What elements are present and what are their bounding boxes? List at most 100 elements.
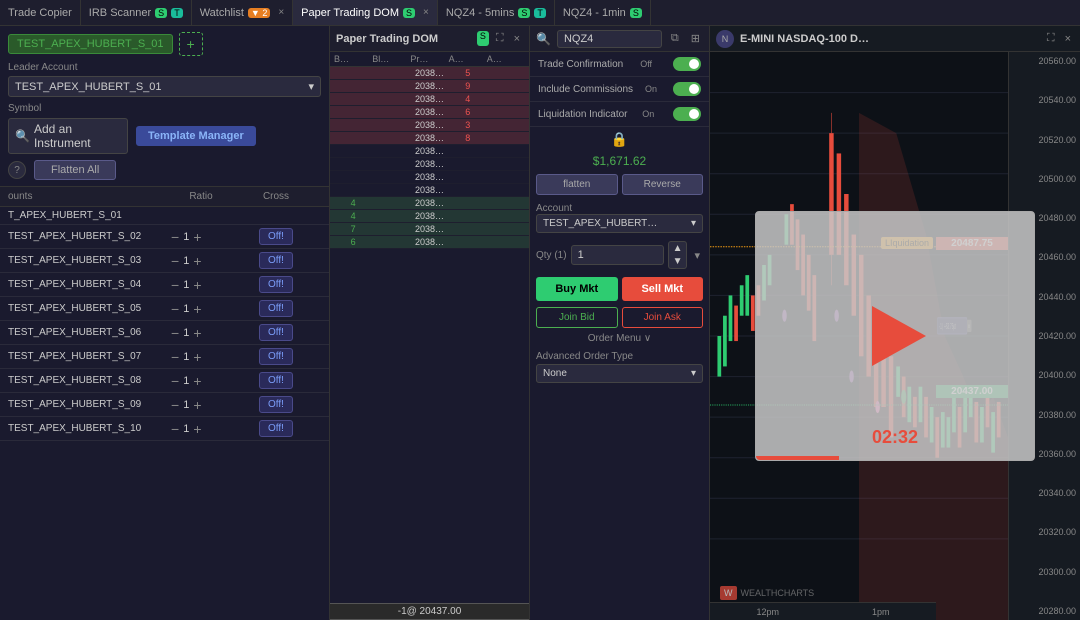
cross-button[interactable]: Off! xyxy=(259,324,293,341)
question-icon: ? xyxy=(14,165,20,176)
cross-button[interactable]: Off! xyxy=(259,396,293,413)
expand-icon[interactable]: ⛶ xyxy=(1044,31,1058,46)
include-commissions-toggle[interactable] xyxy=(673,82,701,96)
tab-label: NQZ4 - 1min xyxy=(563,7,626,19)
order-menu-row[interactable]: Order Menu ∨ xyxy=(530,330,709,347)
dom-row[interactable]: 72038… xyxy=(330,223,529,236)
ratio-controls: −1+ xyxy=(171,373,231,389)
add-instrument-box[interactable]: 🔍 Add an Instrument xyxy=(8,118,128,154)
tab-watchlist[interactable]: Watchlist ▼ 2 × xyxy=(192,0,293,25)
dom-row[interactable]: 2038… xyxy=(330,171,529,184)
ratio-decrement-button[interactable]: − xyxy=(171,349,179,365)
ratio-decrement-button[interactable]: − xyxy=(171,277,179,293)
ratio-increment-button[interactable]: + xyxy=(193,397,201,413)
ratio-increment-button[interactable]: + xyxy=(193,301,201,317)
dom-row[interactable]: 42038… xyxy=(330,197,529,210)
ratio-decrement-button[interactable]: − xyxy=(171,397,179,413)
qty-options-button[interactable]: ▾ xyxy=(691,248,703,263)
close-icon[interactable]: × xyxy=(423,7,429,18)
ratio-value: 1 xyxy=(183,399,189,411)
sell-mkt-button[interactable]: Sell Mkt xyxy=(622,277,704,301)
ratio-increment-button[interactable]: + xyxy=(193,253,201,269)
left-panel: TEST_APEX_HUBERT_S_01 + Leader Account T… xyxy=(0,26,330,620)
ratio-decrement-button[interactable]: − xyxy=(171,373,179,389)
table-row: TEST_APEX_HUBERT_S_02−1+Off! xyxy=(0,225,329,249)
video-overlay: 02:32 xyxy=(755,211,1035,461)
cross-button[interactable]: Off! xyxy=(259,252,293,269)
dom-row[interactable]: 62038… xyxy=(330,236,529,249)
qty-input[interactable] xyxy=(571,245,664,265)
candle xyxy=(717,336,721,377)
ratio-increment-button[interactable]: + xyxy=(193,277,201,293)
tab-paper-trading-dom[interactable]: Paper Trading DOM S × xyxy=(293,0,438,25)
ratio-decrement-button[interactable]: − xyxy=(171,229,179,245)
ratio-increment-button[interactable]: + xyxy=(193,229,201,245)
dom-row[interactable]: 2038… xyxy=(330,184,529,197)
join-bid-button[interactable]: Join Bid xyxy=(536,307,618,328)
tab-irb-scanner[interactable]: IRB Scanner S T xyxy=(81,0,192,25)
ratio-increment-button[interactable]: + xyxy=(193,325,201,341)
buy-mkt-button[interactable]: Buy Mkt xyxy=(536,277,618,301)
ratio-increment-button[interactable]: + xyxy=(193,421,201,437)
leader-account-dropdown[interactable]: TEST_APEX_HUBERT_S_01 ▾ xyxy=(8,76,321,97)
qty-increment-button[interactable]: ▲ xyxy=(669,242,687,255)
close-icon[interactable]: × xyxy=(278,7,284,18)
close-icon[interactable]: × xyxy=(511,31,523,46)
cross-button[interactable]: Off! xyxy=(259,228,293,245)
dom-row[interactable]: 2038…5 xyxy=(330,67,529,80)
dom-row[interactable]: 2038… xyxy=(330,145,529,158)
flatten-all-button[interactable]: Flatten All xyxy=(34,160,116,180)
cross-button[interactable]: Off! xyxy=(259,372,293,389)
ratio-value: 1 xyxy=(183,255,189,267)
dom-row[interactable]: 2038…9 xyxy=(330,80,529,93)
trade-confirmation-toggle[interactable] xyxy=(673,57,701,71)
tab-nqz4-5mins[interactable]: NQZ4 - 5mins S T xyxy=(438,0,555,25)
dom-row[interactable]: 2038… xyxy=(330,158,529,171)
cross-button[interactable]: Off! xyxy=(259,300,293,317)
template-manager-button[interactable]: Template Manager xyxy=(136,126,256,146)
tab-nqz4-1min[interactable]: NQZ4 - 1min S xyxy=(555,0,651,25)
ratio-increment-button[interactable]: + xyxy=(193,373,201,389)
ratio-decrement-button[interactable]: − xyxy=(171,325,179,341)
account-dropdown[interactable]: TEST_APEX_HUBERT… ▾ xyxy=(536,214,703,233)
help-button[interactable]: ? xyxy=(8,161,26,179)
ratio-increment-button[interactable]: + xyxy=(193,349,201,365)
cross-button[interactable]: Off! xyxy=(259,348,293,365)
join-ask-button[interactable]: Join Ask xyxy=(622,307,704,328)
dom-bid-cell: 7 xyxy=(334,224,372,234)
dom-row[interactable]: 2038…4 xyxy=(330,93,529,106)
flatten-trade-button[interactable]: flatten xyxy=(536,174,618,195)
dom-row[interactable]: 42038… xyxy=(330,210,529,223)
popup-icon[interactable]: ⧉ xyxy=(668,31,682,46)
dom-price-cell: 2038… xyxy=(410,237,448,247)
advanced-order-dropdown[interactable]: None ▾ xyxy=(536,364,703,383)
tab-trade-copier[interactable]: Trade Copier xyxy=(0,0,81,25)
close-icon[interactable]: × xyxy=(1062,31,1074,46)
add-instrument-button[interactable]: + xyxy=(179,32,203,56)
dom-row[interactable]: 2038…8 xyxy=(330,132,529,145)
ratio-decrement-button[interactable]: − xyxy=(171,421,179,437)
play-triangle-icon xyxy=(872,306,926,366)
ratio-decrement-button[interactable]: − xyxy=(171,253,179,269)
settings-icon[interactable]: ⊞ xyxy=(688,31,703,46)
dom-col-5: A… xyxy=(487,54,525,64)
tab-label: Paper Trading DOM xyxy=(301,7,399,19)
col-cross: Cross xyxy=(231,191,321,202)
expand-icon[interactable]: ⛶ xyxy=(493,31,507,46)
price-tick: 20280.00 xyxy=(1009,606,1080,616)
ratio-decrement-button[interactable]: − xyxy=(171,301,179,317)
liquidation-toggle[interactable] xyxy=(673,107,701,121)
qty-decrement-button[interactable]: ▼ xyxy=(669,255,687,268)
instrument-button[interactable]: TEST_APEX_HUBERT_S_01 xyxy=(8,34,173,54)
cross-button[interactable]: Off! xyxy=(259,420,293,437)
cross-button[interactable]: Off! xyxy=(259,276,293,293)
dom-col-1: B… xyxy=(334,54,372,64)
symbol-search-box[interactable]: NQZ4 xyxy=(557,30,662,48)
play-button[interactable] xyxy=(865,306,925,366)
chevron-down-icon: ▾ xyxy=(691,368,696,379)
reverse-button[interactable]: Reverse xyxy=(622,174,704,195)
dom-row[interactable]: 2038…3 xyxy=(330,119,529,132)
table-row: TEST_APEX_HUBERT_S_09−1+Off! xyxy=(0,393,329,417)
dom-row[interactable]: 2038…6 xyxy=(330,106,529,119)
qty-row: Qty (1) ▲ ▼ ▾ xyxy=(530,237,709,273)
